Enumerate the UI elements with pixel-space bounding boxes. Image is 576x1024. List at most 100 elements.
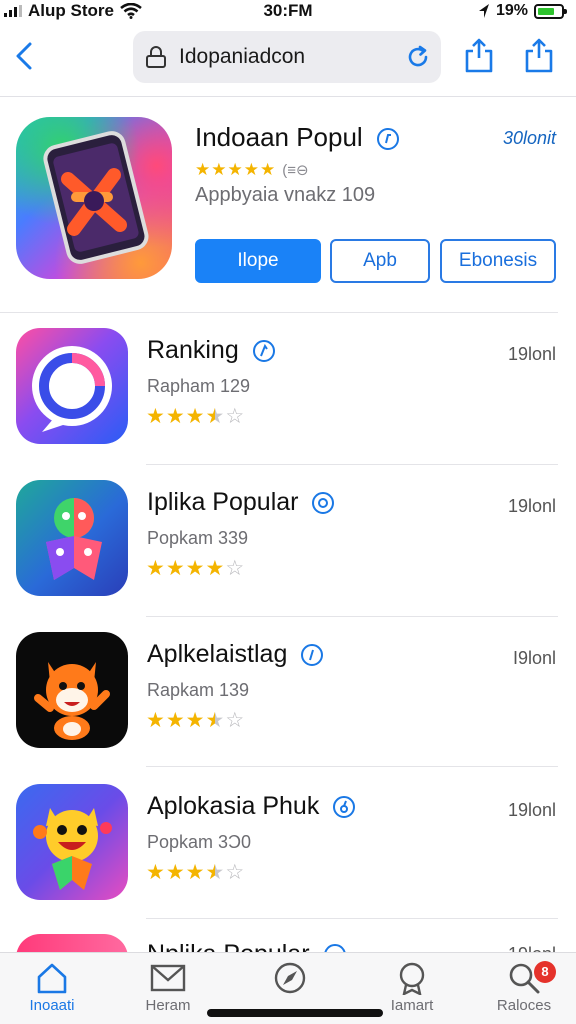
- home-icon: [37, 963, 67, 994]
- app-rank: Popkam 339: [147, 528, 249, 548]
- nav-divider: [0, 96, 576, 97]
- back-chevron-icon[interactable]: [12, 40, 40, 72]
- featured-rating: ★★★★★ (≡⊖: [195, 160, 309, 179]
- app-side-label: 19lonl: [507, 344, 556, 364]
- star-full-icon: ★: [146, 861, 166, 884]
- fox-mascot-icon: [34, 662, 110, 740]
- list-item[interactable]: Aplokasia Phuk Popkam 3Ɔ0 ★★★★☆ 19lonl: [0, 784, 576, 934]
- app-name-text: Nplika Popular: [147, 940, 310, 952]
- app-name-text: Aplkelaistlag: [147, 640, 288, 668]
- app-name: Iplika Popular: [147, 488, 335, 517]
- app-name: Ranking: [147, 336, 276, 365]
- star-empty-icon: ☆: [225, 405, 246, 428]
- battery-icon: [534, 3, 567, 19]
- reload-icon[interactable]: [405, 44, 431, 70]
- star-full-icon: ★: [185, 709, 206, 732]
- featured-rating-count: (≡⊖: [282, 162, 309, 179]
- tab-label: Heram: [145, 997, 191, 1014]
- rating-stars: ★★★★☆: [146, 708, 245, 733]
- verified-icon: [252, 340, 275, 363]
- compass-icon: [274, 962, 306, 994]
- mascot-icon: [46, 498, 102, 580]
- app-name: Nplika Popular: [147, 940, 347, 952]
- row-divider: [146, 766, 558, 767]
- featured-app-icon[interactable]: [16, 117, 172, 279]
- app-rank: Rapkam 139: [147, 680, 250, 700]
- star-full-icon: ★: [146, 557, 166, 580]
- share-icon[interactable]: [464, 38, 494, 74]
- star-empty-icon: ☆: [225, 557, 246, 580]
- app-icon: [16, 934, 128, 952]
- url-text: Idopaniadcon: [179, 45, 306, 68]
- star-half-icon: ★: [205, 861, 226, 884]
- star-half-icon: ★: [205, 709, 226, 732]
- rating-stars: ★★★★☆: [146, 404, 245, 429]
- star-full-icon: ★: [185, 557, 206, 580]
- star-full-icon: ★: [165, 557, 186, 580]
- featured-subtitle: Appbyaia vnakz 109: [195, 184, 376, 206]
- app-side-label: 19lonl: [507, 496, 556, 516]
- star-full-icon: ★: [185, 861, 206, 884]
- row-divider: [146, 464, 558, 465]
- tab-label: Raloces: [496, 997, 552, 1014]
- tab-mail[interactable]: Heram: [118, 961, 218, 1023]
- star-full-icon: ★: [185, 405, 206, 428]
- verified-icon: [333, 796, 356, 819]
- star-full-icon: ★: [165, 709, 186, 732]
- app-side-label: 19lonl: [508, 944, 556, 952]
- mail-icon: [150, 964, 186, 992]
- star-empty-icon: ☆: [225, 861, 246, 884]
- star-full-icon: ★: [165, 405, 186, 428]
- featured-side-label: 30lonit: [502, 128, 556, 148]
- rating-stars: ★★★★☆: [146, 860, 245, 885]
- app-side-label: I9lonl: [512, 648, 556, 668]
- app-icon: [16, 480, 128, 596]
- featured-divider: [0, 312, 558, 313]
- share-icon-2[interactable]: [524, 38, 554, 74]
- cat-mascot-icon: [33, 808, 112, 890]
- address-bar[interactable]: Idopaniadcon: [133, 31, 441, 83]
- star-half-icon: ★: [205, 405, 226, 428]
- notification-badge: 8: [534, 961, 556, 983]
- star-full-icon: ★: [165, 861, 186, 884]
- status-bar: Alup Store 30:FM 19%: [0, 0, 576, 24]
- tab-today[interactable]: Inoaati: [2, 961, 102, 1023]
- primary-action-button[interactable]: Ilope: [195, 239, 321, 283]
- browser-nav: Idopaniadcon: [0, 28, 576, 88]
- secondary-action-button[interactable]: Apb: [330, 239, 430, 283]
- app-side-label: 19lonl: [507, 800, 556, 820]
- chat-logo-icon: [32, 346, 112, 432]
- home-indicator: [207, 1009, 383, 1017]
- star-full-icon: ★: [146, 709, 166, 732]
- lock-icon: [146, 46, 166, 68]
- tab-search[interactable]: 8 Raloces: [474, 961, 574, 1023]
- row-divider: [146, 918, 558, 919]
- verified-icon: [312, 492, 335, 515]
- app-name-text: Iplika Popular: [147, 488, 299, 516]
- app-name: Aplkelaistlag: [147, 640, 324, 669]
- verified-icon: [301, 644, 324, 667]
- star-full-icon: ★: [205, 557, 226, 580]
- rating-stars: ★★★★☆: [146, 556, 245, 581]
- app-icon: [16, 632, 128, 748]
- star-empty-icon: ☆: [225, 709, 246, 732]
- app-rank: Rapham 129: [147, 376, 251, 396]
- featured-title: Indoaan Popul: [195, 122, 400, 153]
- tertiary-action-button[interactable]: Ebonesis: [440, 239, 556, 283]
- list-item-partial[interactable]: Nplika Popular 19lonl: [0, 934, 576, 952]
- featured-title-text: Indoaan Popul: [195, 122, 363, 152]
- verified-icon: [376, 128, 399, 151]
- verified-icon: [324, 944, 346, 952]
- list-item[interactable]: Aplkelaistlag Rapkam 139 ★★★★☆ I9lonl: [0, 632, 576, 782]
- app-icon: [16, 328, 128, 444]
- award-icon: [399, 962, 425, 995]
- star-full-icon: ★: [146, 405, 166, 428]
- tab-label: Inoaati: [29, 997, 75, 1014]
- battery-percent: 19%: [495, 2, 528, 19]
- location-arrow-icon: [478, 4, 489, 18]
- app-icon: [16, 784, 128, 900]
- row-divider: [146, 616, 558, 617]
- list-item[interactable]: Ranking Rapham 129 ★★★★☆ 19lonl: [0, 328, 576, 478]
- status-right: 19%: [478, 0, 567, 22]
- list-item[interactable]: Iplika Popular Popkam 339 ★★★★☆ 19lonl: [0, 480, 576, 630]
